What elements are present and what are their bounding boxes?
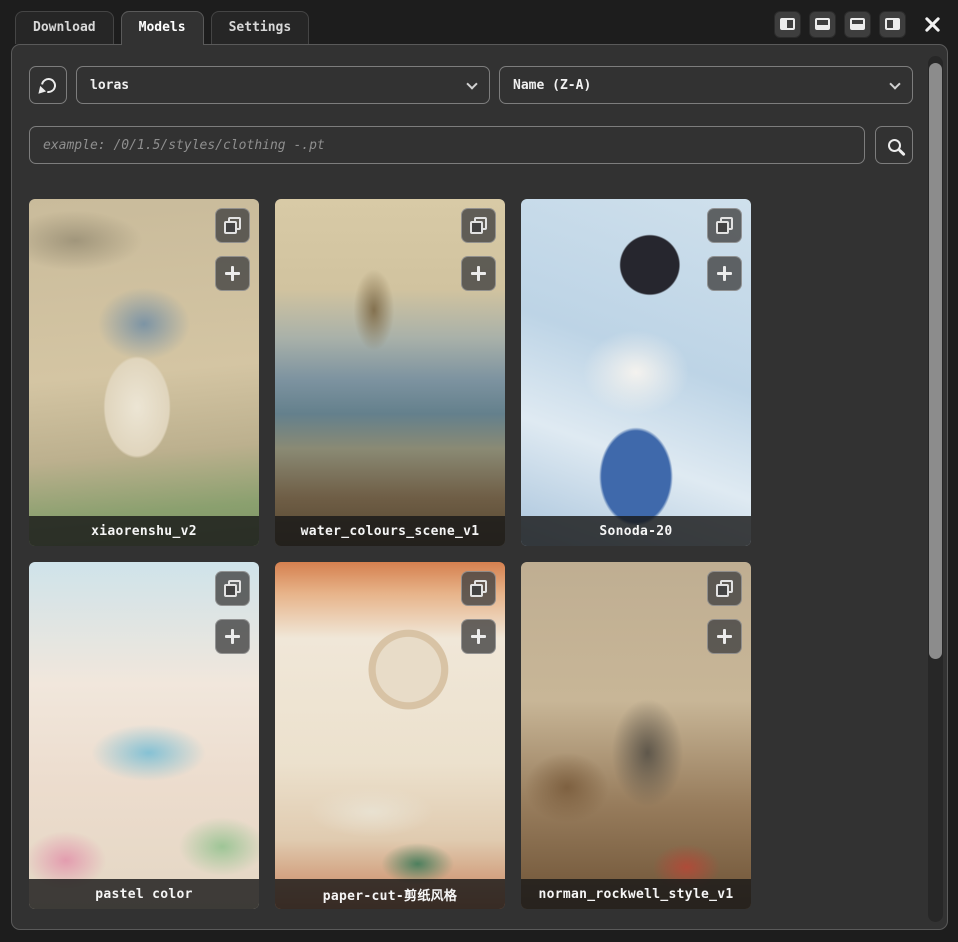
search-icon: [888, 139, 901, 152]
model-type-select-wrap: loras: [76, 66, 490, 104]
sort-select-wrap: Name (Z-A): [499, 66, 913, 104]
add-button[interactable]: [215, 256, 250, 291]
add-button[interactable]: [707, 256, 742, 291]
copy-button[interactable]: [461, 208, 496, 243]
search-row: [29, 126, 913, 164]
model-type-select[interactable]: loras: [76, 66, 490, 104]
model-preview-image: [275, 199, 505, 546]
plus-icon: [471, 266, 486, 281]
tab-download[interactable]: Download: [15, 11, 114, 44]
tab-models[interactable]: Models: [121, 11, 204, 44]
model-card[interactable]: Sonoda-20: [521, 199, 751, 546]
model-card[interactable]: water_colours_scene_v1: [275, 199, 505, 546]
model-preview-image: [29, 562, 259, 909]
scrollbar-thumb[interactable]: [929, 63, 942, 659]
model-card[interactable]: norman_rockwell_style_v1: [521, 562, 751, 909]
model-preview-image: [29, 199, 259, 546]
titlebar: Download Models Settings: [12, 10, 946, 44]
dock-bottom-button[interactable]: [809, 11, 836, 38]
copy-icon: [224, 217, 241, 234]
models-panel: loras Name (Z-A) xiaorenshu_v2 wate: [11, 44, 948, 930]
copy-icon: [470, 580, 487, 597]
model-preview-image: [521, 199, 751, 546]
dock-bottom-half-button[interactable]: [844, 11, 871, 38]
model-name-label: water_colours_scene_v1: [275, 516, 505, 546]
model-name-label: Sonoda-20: [521, 516, 751, 546]
plus-icon: [225, 266, 240, 281]
window-buttons: [774, 10, 946, 44]
model-name-text: pastel color: [95, 887, 193, 902]
add-button[interactable]: [461, 256, 496, 291]
dock-left-icon: [780, 18, 795, 30]
dock-right-button[interactable]: [879, 11, 906, 38]
refresh-icon: [38, 75, 59, 96]
model-name-text: xiaorenshu_v2: [91, 524, 197, 539]
copy-icon: [716, 217, 733, 234]
model-name-text: Sonoda-20: [599, 524, 672, 539]
model-preview-image: [521, 562, 751, 909]
model-card[interactable]: paper-cut-剪纸风格: [275, 562, 505, 909]
copy-button[interactable]: [215, 571, 250, 606]
model-name-text: norman_rockwell_style_v1: [538, 887, 733, 902]
plus-icon: [717, 629, 732, 644]
dock-bottom-icon: [815, 18, 830, 30]
search-button[interactable]: [875, 126, 913, 164]
model-grid: xiaorenshu_v2 water_colours_scene_v1 Son…: [29, 199, 751, 909]
add-button[interactable]: [707, 619, 742, 654]
model-name-label: paper-cut-剪纸风格: [275, 879, 505, 909]
add-button[interactable]: [215, 619, 250, 654]
model-name-label: xiaorenshu_v2: [29, 516, 259, 546]
add-button[interactable]: [461, 619, 496, 654]
plus-icon: [471, 629, 486, 644]
model-name-label: norman_rockwell_style_v1: [521, 879, 751, 909]
plus-icon: [717, 266, 732, 281]
plus-icon: [225, 629, 240, 644]
model-name-label: pastel color: [29, 879, 259, 909]
close-button[interactable]: [918, 10, 946, 38]
model-card[interactable]: xiaorenshu_v2: [29, 199, 259, 546]
toolbar: loras Name (Z-A): [29, 66, 913, 104]
sort-select[interactable]: Name (Z-A): [499, 66, 913, 104]
dock-left-button[interactable]: [774, 11, 801, 38]
model-name-text: water_colours_scene_v1: [301, 524, 480, 539]
search-input[interactable]: [29, 126, 865, 164]
refresh-button[interactable]: [29, 66, 67, 104]
tab-bar: Download Models Settings: [15, 11, 309, 44]
close-icon: [924, 16, 941, 33]
copy-icon: [224, 580, 241, 597]
dock-bottom-half-icon: [850, 18, 865, 30]
copy-icon: [470, 217, 487, 234]
scrollbar-track[interactable]: [928, 56, 943, 922]
copy-button[interactable]: [707, 208, 742, 243]
dock-right-icon: [885, 18, 900, 30]
copy-button[interactable]: [461, 571, 496, 606]
copy-button[interactable]: [215, 208, 250, 243]
copy-icon: [716, 580, 733, 597]
model-name-text: paper-cut-剪纸风格: [323, 885, 457, 904]
tab-settings[interactable]: Settings: [211, 11, 310, 44]
model-preview-image: [275, 562, 505, 909]
copy-button[interactable]: [707, 571, 742, 606]
model-card[interactable]: pastel color: [29, 562, 259, 909]
